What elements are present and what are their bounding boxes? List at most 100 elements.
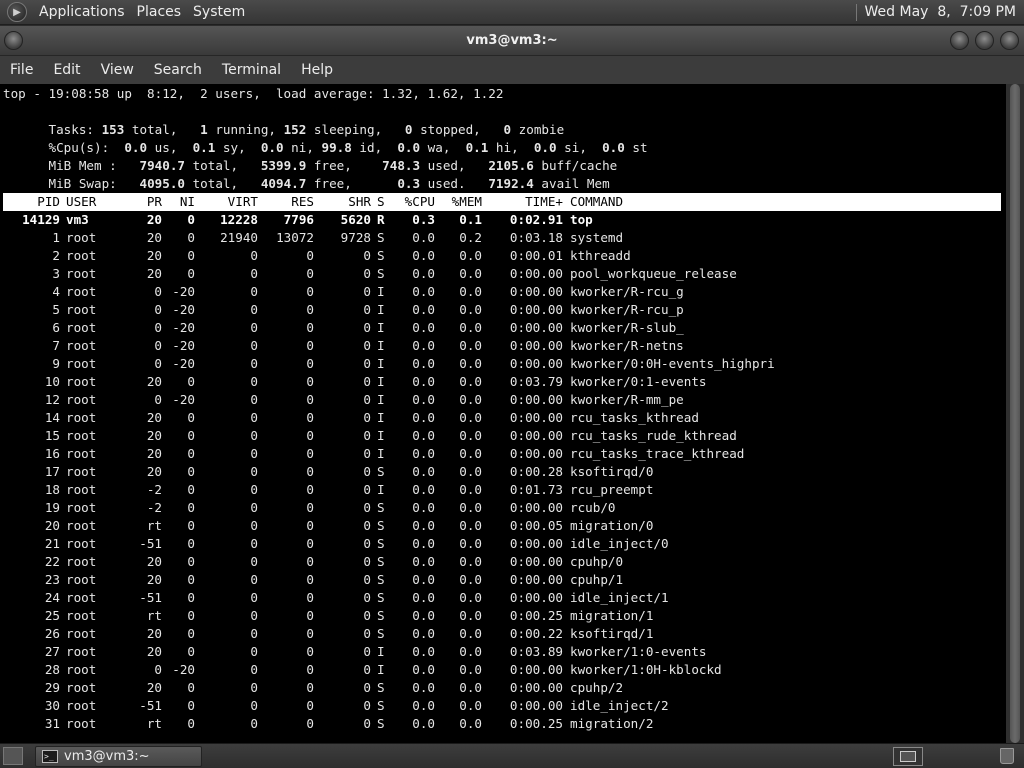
- cell-pid: 25: [44, 608, 60, 623]
- clock[interactable]: Wed May 8, 7:09 PM: [865, 4, 1016, 20]
- menu-view[interactable]: View: [91, 62, 144, 78]
- system-menu[interactable]: System: [187, 4, 251, 20]
- menu-terminal[interactable]: Terminal: [212, 62, 291, 78]
- cell-pr: 20: [146, 374, 162, 389]
- cell-mem: 0.0: [459, 446, 482, 461]
- cell-time: 0:00.28: [509, 464, 563, 479]
- cell-time: 0:00.05: [509, 518, 563, 533]
- table-row: 27 root 20 0 0 0 0 I 0.0 0.0 0:03.89 kworker/1:0-ev…: [0, 643, 1001, 661]
- cell-state: I: [377, 302, 385, 317]
- cell-mem: 0.0: [459, 500, 482, 515]
- places-menu[interactable]: Places: [131, 4, 188, 20]
- gnome-foot-icon[interactable]: ▶: [7, 2, 27, 22]
- cell-cpu: 0.0: [412, 230, 435, 245]
- cell-command: kworker/R-mm_pe: [570, 392, 684, 407]
- terminal-scrollbar[interactable]: [1006, 84, 1024, 743]
- window-titlebar[interactable]: vm3@vm3:~: [0, 26, 1024, 56]
- cell-mem: 0.0: [459, 248, 482, 263]
- cell-mem: 0.0: [459, 338, 482, 353]
- cell-command: cpuhp/0: [570, 554, 624, 569]
- cell-ni: -20: [172, 356, 195, 371]
- cell-mem: 0.0: [459, 572, 482, 587]
- swap-text: used.: [420, 176, 489, 191]
- cell-time: 0:03.79: [509, 374, 563, 389]
- cell-pr: -2: [146, 500, 162, 515]
- terminal-output[interactable]: top - 19:08:58 up 8:12, 2 users, load av…: [0, 84, 1006, 743]
- menu-search[interactable]: Search: [144, 62, 212, 78]
- cell-pr: 20: [146, 626, 162, 641]
- cell-pid: 7: [52, 338, 60, 353]
- cell-cpu: 0.0: [412, 482, 435, 497]
- cell-time: 0:00.00: [509, 320, 563, 335]
- cell-state: I: [377, 356, 385, 371]
- cell-state: S: [377, 518, 385, 533]
- cell-virt: 0: [250, 716, 258, 731]
- applications-menu[interactable]: Applications: [33, 4, 131, 20]
- cell-pr: 20: [146, 266, 162, 281]
- cell-mem: 0.0: [459, 518, 482, 533]
- maximize-icon[interactable]: [975, 31, 994, 50]
- table-row: 21 root -51 0 0 0 0 S 0.0 0.0 0:00.00 idle_inject/0: [0, 535, 1001, 553]
- close-icon[interactable]: [1000, 31, 1019, 50]
- cell-res: 0: [306, 266, 314, 281]
- workspace-switcher-icon[interactable]: [893, 747, 923, 766]
- cell-res: 0: [306, 302, 314, 317]
- cell-pid: 27: [44, 644, 60, 659]
- scrollbar-thumb[interactable]: [1010, 84, 1020, 743]
- show-desktop-icon[interactable]: [3, 747, 23, 765]
- cell-cpu: 0.0: [412, 446, 435, 461]
- cell-ni: 0: [187, 608, 195, 623]
- menu-edit[interactable]: Edit: [43, 62, 90, 78]
- cell-user: root: [66, 392, 97, 407]
- cell-user: root: [66, 464, 97, 479]
- menu-file[interactable]: File: [0, 62, 43, 78]
- cell-time: 0:00.00: [509, 392, 563, 407]
- cell-time: 0:00.00: [509, 698, 563, 713]
- column-header-ni: NI: [179, 194, 195, 209]
- cell-cpu: 0.0: [412, 410, 435, 425]
- cell-mem: 0.0: [459, 266, 482, 281]
- cell-virt: 0: [250, 590, 258, 605]
- cell-state: I: [377, 446, 385, 461]
- table-row: 30 root -51 0 0 0 0 S 0.0 0.0 0:00.00 idle_inject/2: [0, 697, 1001, 715]
- cell-pid: 1: [52, 230, 60, 245]
- cell-virt: 0: [250, 680, 258, 695]
- cell-command: cpuhp/1: [570, 572, 624, 587]
- cell-shr: 0: [363, 590, 371, 605]
- cell-time: 0:00.00: [509, 284, 563, 299]
- column-header-virt: VIRT: [227, 194, 258, 209]
- taskbar-window-label: vm3@vm3:~: [64, 749, 150, 764]
- cell-shr: 0: [363, 626, 371, 641]
- cell-ni: -20: [172, 284, 195, 299]
- column-header-pr: PR: [146, 194, 162, 209]
- menu-help[interactable]: Help: [291, 62, 343, 78]
- cell-user: root: [66, 446, 97, 461]
- cell-virt: 0: [250, 284, 258, 299]
- cell-state: S: [377, 716, 385, 731]
- cell-virt: 0: [250, 554, 258, 569]
- cell-pr: 20: [146, 230, 162, 245]
- cell-cpu: 0.0: [412, 302, 435, 317]
- cell-time: 0:00.00: [509, 410, 563, 425]
- cell-user: root: [66, 626, 97, 641]
- cell-cpu: 0.0: [412, 284, 435, 299]
- mem-line: MiB Mem : 7940.7 total, 5399.9 free, 748…: [3, 139, 618, 173]
- cell-shr: 0: [363, 680, 371, 695]
- cell-shr: 0: [363, 248, 371, 263]
- cell-shr: 0: [363, 518, 371, 533]
- cell-shr: 0: [363, 446, 371, 461]
- cell-cpu: 0.0: [412, 338, 435, 353]
- taskbar-window-button[interactable]: >_ vm3@vm3:~: [35, 746, 202, 767]
- cell-pr: 20: [146, 644, 162, 659]
- cell-time: 0:00.00: [509, 590, 563, 605]
- minimize-icon[interactable]: [950, 31, 969, 50]
- cell-command: systemd: [570, 230, 624, 245]
- cell-pid: 14: [44, 410, 60, 425]
- trash-icon[interactable]: [1000, 748, 1014, 764]
- cell-res: 0: [306, 662, 314, 677]
- cell-virt: 0: [250, 248, 258, 263]
- workspace-1[interactable]: [900, 751, 916, 762]
- top-panel: ▶ Applications Places System Wed May 8, …: [0, 0, 1024, 25]
- cell-user: root: [66, 338, 97, 353]
- cell-ni: 0: [187, 482, 195, 497]
